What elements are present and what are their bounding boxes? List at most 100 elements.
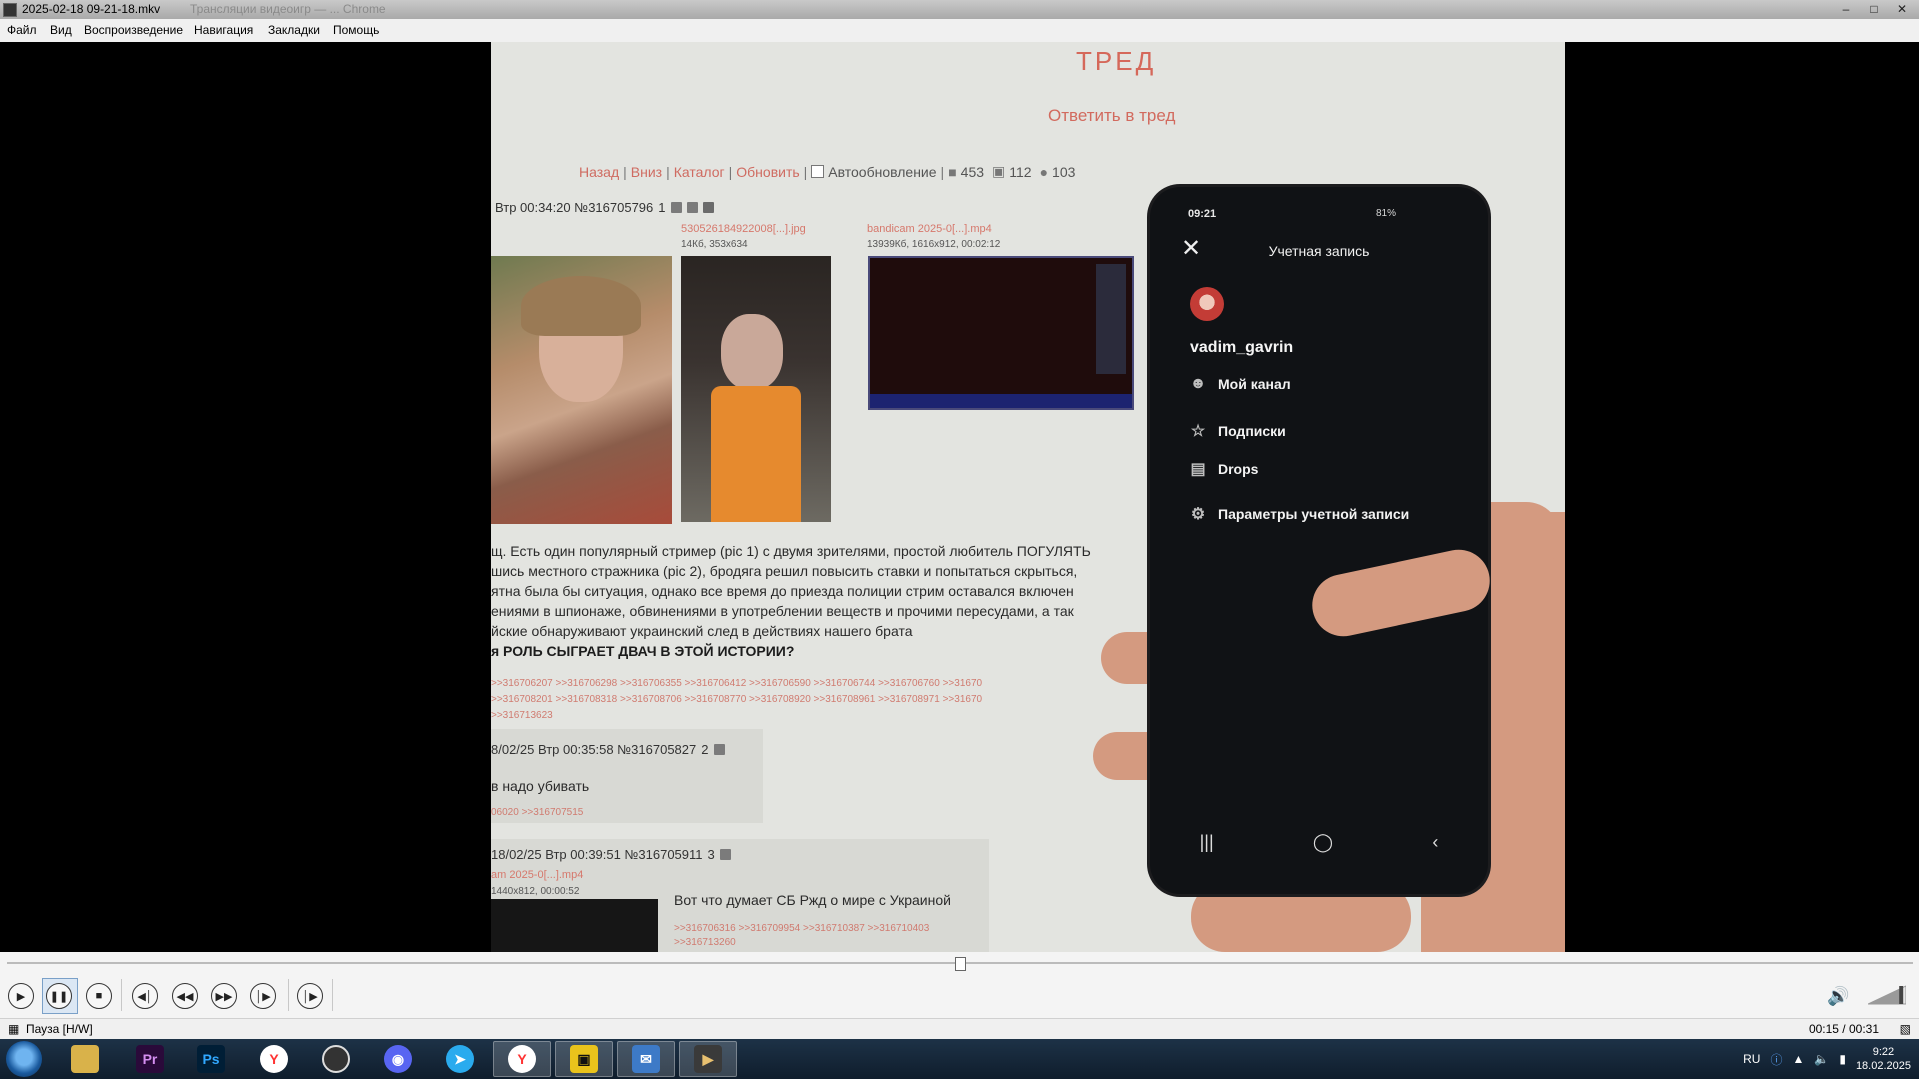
- taskbar-obs[interactable]: [307, 1041, 365, 1077]
- volume-tray-icon[interactable]: 🔈: [1814, 1052, 1829, 1066]
- controls-divider: [288, 979, 289, 1011]
- taskbar-telegram[interactable]: ➤: [431, 1041, 489, 1077]
- phone-item-label: Подписки: [1218, 423, 1286, 439]
- post2-num: 2: [701, 742, 709, 757]
- op-thumb-video: [868, 256, 1134, 410]
- op-thumb-streamer: [491, 256, 672, 524]
- menu-view[interactable]: Вид: [50, 23, 72, 37]
- posters-count: 103: [1052, 163, 1076, 180]
- seek-bar[interactable]: [0, 952, 1919, 974]
- reply-link: Ответить в тред: [1048, 106, 1176, 125]
- frame-step-button[interactable]: │▶: [297, 983, 323, 1009]
- window-title-ghost: Трансляции видеоигр — ... Chrome: [190, 2, 386, 16]
- forward-button[interactable]: ▶▶: [211, 983, 237, 1009]
- op-post-header: Втр 00:34:20 №316705796 1: [495, 200, 714, 215]
- tray-lang[interactable]: RU: [1743, 1052, 1760, 1066]
- pause-button[interactable]: ❚❚: [46, 983, 72, 1009]
- star-icon: ☆: [1190, 423, 1206, 440]
- avatar: [1190, 287, 1224, 321]
- help-icon[interactable]: ⓘ: [1770, 1051, 1782, 1068]
- nav-catalog: Каталог: [673, 163, 725, 180]
- posts-icon: ■: [948, 163, 957, 180]
- menu-file[interactable]: Файл: [7, 23, 37, 37]
- post3-header: 18/02/25 Втр 00:39:51 №316705911 3: [491, 847, 731, 862]
- phone-item-account-settings: ⚙ Параметры учетной записи: [1188, 504, 1409, 524]
- taskbar-explorer[interactable]: [56, 1041, 114, 1077]
- nav-refresh: Обновить: [736, 163, 800, 180]
- taskbar-discord[interactable]: ◉: [369, 1041, 427, 1077]
- playback-time: 00:15 / 00:31: [1808, 1022, 1879, 1036]
- taskbar-yandex[interactable]: Y: [245, 1041, 303, 1077]
- start-button[interactable]: [6, 1041, 42, 1077]
- person-icon: ☻: [1189, 375, 1207, 392]
- rewind-icon: ◀◀: [176, 990, 194, 1003]
- seek-thumb[interactable]: [955, 957, 966, 971]
- play-icon: [702, 202, 714, 213]
- previous-button[interactable]: ◀│: [132, 983, 158, 1009]
- video-area[interactable]: ТРЕД Ответить в тред Назад | Вниз | Катало…: [0, 42, 1919, 952]
- close-button[interactable]: ✕: [1889, 0, 1915, 17]
- taskbar-photoshop[interactable]: Ps: [182, 1041, 240, 1077]
- playback-status: Пауза [H/W]: [26, 1022, 93, 1036]
- volume-slider[interactable]: [1868, 984, 1906, 1006]
- next-button[interactable]: │▶: [250, 983, 276, 1009]
- auto-refresh-checkbox: [811, 165, 825, 178]
- back-icon: ‹: [1432, 832, 1439, 852]
- maximize-button[interactable]: □: [1861, 0, 1887, 17]
- photoshop-icon: Ps: [197, 1045, 225, 1073]
- signal-icon[interactable]: ▮: [1839, 1052, 1846, 1066]
- network-icon[interactable]: ▲: [1792, 1052, 1804, 1066]
- op-replies-1: >>316706207 >>316706298 >>316706355 >>31…: [491, 678, 983, 689]
- op-replies-2: >>316708201 >>316708318 >>316708706 >>31…: [491, 694, 983, 705]
- post2-text: в надо убивать: [491, 778, 590, 794]
- menu-navigation[interactable]: Навигация: [194, 23, 253, 37]
- files-count: 112: [1009, 163, 1032, 180]
- controls-divider: [332, 979, 333, 1011]
- skip-forward-icon: │▶: [255, 990, 271, 1003]
- phone-header: Учетная запись: [1268, 243, 1370, 259]
- window-titlebar[interactable]: 2025-02-18 09-21-18.mkv Трансляции видео…: [0, 0, 1919, 19]
- report-icon: [686, 202, 698, 213]
- menu-playback[interactable]: Воспроизведение: [84, 23, 183, 37]
- volume-icon[interactable]: 🔊: [1827, 986, 1849, 1007]
- taskbar: Pr Ps Y ◉ ➤ Y ▣ ✉ ▶ RU ⓘ ▲ 🔈 ▮ 9:22 18.0…: [0, 1039, 1919, 1079]
- stop-icon: ■: [95, 990, 103, 1002]
- phone-item-label: Мой канал: [1218, 376, 1291, 392]
- box-icon: ▤: [1190, 461, 1206, 478]
- posters-icon: ●: [1039, 163, 1049, 180]
- menu-help[interactable]: Помощь: [333, 23, 379, 37]
- player-controls: ▶ ❚❚ ■ ◀│ ◀◀ ▶▶ │▶ │▶ 🔊: [0, 974, 1919, 1018]
- taskbar-yandex-browser[interactable]: Y: [493, 1041, 551, 1077]
- taskbar-mail[interactable]: ✉: [617, 1041, 675, 1077]
- menu-bookmarks[interactable]: Закладки: [268, 23, 320, 37]
- phone-item-my-channel: ☻ Мой канал: [1188, 375, 1291, 393]
- hide-icon: [670, 202, 682, 213]
- phone-item-drops: ▤ Drops: [1188, 459, 1258, 479]
- nav-down: Вниз: [630, 163, 663, 180]
- lock-icon: ▣: [570, 1045, 598, 1073]
- files-icon: ▣: [992, 163, 1006, 179]
- board-title: ТРЕД: [1076, 46, 1157, 76]
- taskbar-security[interactable]: ▣: [555, 1041, 613, 1077]
- tray-clock[interactable]: 9:22 18.02.2025: [1856, 1045, 1911, 1073]
- rewind-button[interactable]: ◀◀: [172, 983, 198, 1009]
- post3-file-name: am 2025-0[...].mp4: [491, 869, 584, 881]
- play-button[interactable]: ▶: [8, 983, 34, 1009]
- taskbar-media-player[interactable]: ▶: [679, 1041, 737, 1077]
- minimize-button[interactable]: –: [1833, 0, 1859, 17]
- fast-forward-icon: ▶▶: [215, 990, 233, 1003]
- system-tray: RU ⓘ ▲ 🔈 ▮ 9:22 18.02.2025: [1743, 1039, 1919, 1079]
- play-icon: [713, 744, 725, 755]
- media-player-icon: ▶: [694, 1045, 722, 1073]
- post3-header-text: 18/02/25 Втр 00:39:51 №316705911: [491, 847, 703, 862]
- post2-header-text: 8/02/25 Втр 00:35:58 №316705827: [491, 742, 697, 757]
- op-line-1: щ. Есть один популярный стример (pic 1) …: [491, 543, 1091, 559]
- op-file1-meta: 14Кб, 353x634: [681, 239, 748, 250]
- tray-date: 18.02.2025: [1855, 1060, 1911, 1072]
- op-file2-name: bandicam 2025-0[...].mp4: [867, 223, 992, 235]
- app-icon: [3, 3, 17, 17]
- stop-button[interactable]: ■: [86, 983, 112, 1009]
- post2-replies: 06020 >>316707515: [491, 807, 584, 818]
- taskbar-premiere[interactable]: Pr: [121, 1041, 179, 1077]
- gear-icon: ⚙: [1190, 506, 1206, 523]
